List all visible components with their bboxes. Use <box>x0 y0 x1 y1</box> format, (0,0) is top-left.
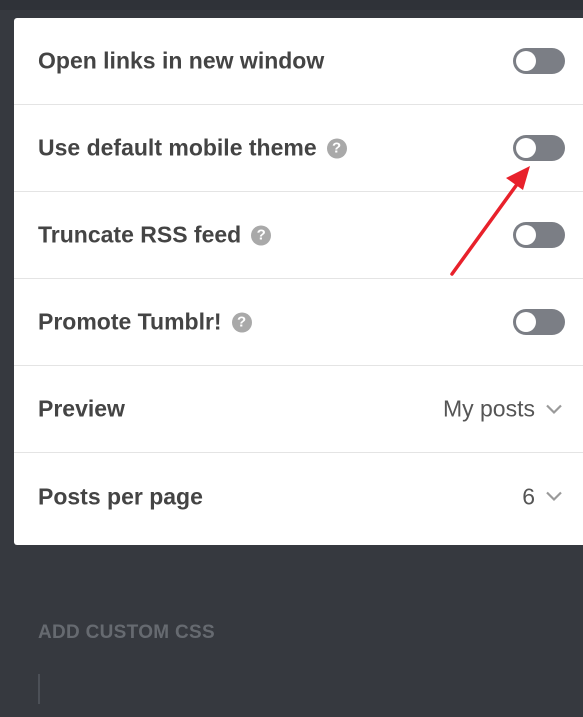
posts-per-page-value: 6 <box>522 483 535 509</box>
setting-row-promote-tumblr: Promote Tumblr! ? <box>14 279 583 366</box>
chevron-down-icon <box>546 491 562 502</box>
setting-label: Open links in new window <box>38 47 325 74</box>
setting-label: Use default mobile theme ? <box>38 135 347 162</box>
toggle-knob <box>516 51 536 71</box>
mobile-theme-toggle[interactable] <box>513 135 565 161</box>
setting-label: Preview <box>38 395 125 422</box>
top-bar <box>0 0 583 10</box>
chevron-down-icon <box>546 404 562 414</box>
truncate-rss-toggle[interactable] <box>513 222 565 248</box>
setting-row-open-links: Open links in new window <box>14 18 583 105</box>
promote-tumblr-toggle[interactable] <box>513 309 565 335</box>
settings-panel: Open links in new window Use default mob… <box>14 18 583 545</box>
toggle-knob <box>516 225 536 245</box>
preview-select-value: My posts <box>442 395 535 422</box>
setting-label: Promote Tumblr! ? <box>38 309 252 336</box>
posts-per-page-select[interactable]: 6 <box>522 483 563 510</box>
custom-css-heading: ADD CUSTOM CSS <box>38 622 215 643</box>
setting-row-preview: Preview My posts <box>14 366 583 453</box>
setting-label: Posts per page <box>38 483 203 509</box>
question-circle-icon[interactable]: ? <box>231 312 252 332</box>
question-circle-icon[interactable]: ? <box>326 138 347 158</box>
toggle-knob <box>516 138 536 158</box>
setting-row-mobile-theme: Use default mobile theme ? <box>14 105 583 192</box>
question-circle-icon[interactable]: ? <box>251 225 272 245</box>
preview-select[interactable]: My posts <box>443 396 563 423</box>
custom-css-editor[interactable] <box>38 674 40 704</box>
setting-label: Truncate RSS feed ? <box>38 222 272 249</box>
toggle-knob <box>516 312 536 332</box>
setting-row-posts-per-page: Posts per page 6 <box>14 453 583 540</box>
open-links-toggle[interactable] <box>513 48 565 74</box>
setting-row-truncate-rss: Truncate RSS feed ? <box>14 192 583 279</box>
